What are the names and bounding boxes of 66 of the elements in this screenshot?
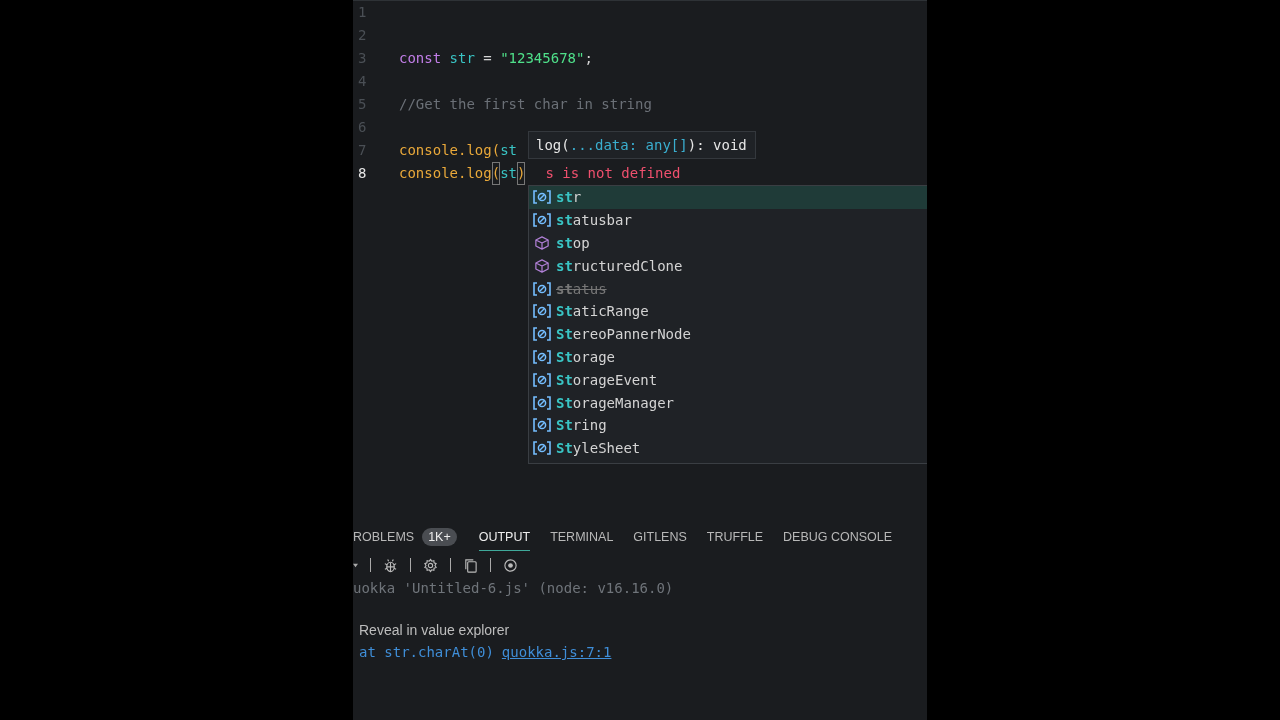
suggestion-item[interactable]: StorageManager [529, 391, 927, 414]
output-line: uokka 'Untitled-6.js' (node: v16.16.0) [353, 580, 674, 596]
variable-icon [533, 372, 551, 387]
variable-text: str [449, 49, 476, 68]
panel-tab[interactable]: DEBUG CONSOLE [783, 523, 893, 551]
keyword-text: const [399, 49, 443, 68]
function-call-text: console.log( [399, 141, 501, 160]
punctuation-text: ; [584, 49, 593, 68]
suggestion-item[interactable]: StaticRange [529, 300, 927, 323]
panel-tab[interactable]: TERMINAL [550, 523, 614, 551]
suggestion-label: st ructuredClone [556, 257, 683, 274]
bug-icon[interactable] [383, 557, 398, 573]
variable-icon [533, 395, 551, 410]
suggestion-label: StereoPannerNode [556, 326, 691, 343]
variable-icon [533, 304, 551, 319]
suggestion-item[interactable]: StereoPannerNode [529, 322, 927, 346]
code-comment: //Get the first char in string [399, 95, 652, 114]
variable-icon [533, 213, 551, 228]
suggestion-item[interactable]: stop [529, 231, 927, 255]
string-literal: "12345678" [500, 49, 585, 68]
suggestion-label: stop [556, 235, 590, 251]
variable-icon [533, 327, 551, 342]
suggestion-item[interactable]: StorageEvent [529, 368, 927, 392]
variable-icon [533, 190, 551, 205]
suggestion-item[interactable]: st ructuredClone [529, 254, 927, 278]
suggestion-item[interactable]: StyleSheet [529, 436, 927, 460]
cube-icon [533, 236, 551, 250]
count-badge: 1K+ [422, 528, 457, 546]
suggestion-item[interactable]: St ring [529, 413, 927, 437]
suggestion-label: StorageEvent [556, 371, 658, 388]
record-icon[interactable] [503, 557, 518, 573]
panel-tab[interactable]: GITLENS [633, 523, 687, 551]
bracket-text: ) [517, 162, 526, 185]
suggestion-label: status [556, 280, 607, 297]
function-call-text: console.log [399, 164, 492, 183]
variable-text: st [500, 141, 517, 160]
suggestion-label: st r [556, 189, 582, 206]
panel-tab[interactable]: ROBLEMS [353, 523, 415, 551]
suggestion-item[interactable]: Storage [529, 345, 927, 369]
stack-trace-text: at str.charAt(0) [358, 644, 494, 660]
copy-icon[interactable] [463, 557, 478, 573]
suggestion-label: St ring [556, 417, 607, 434]
suggestion-label: statusbar [556, 212, 632, 229]
suggestion-label: StyleSheet [556, 440, 641, 457]
suggestion-label: StorageManager [556, 394, 674, 411]
line-number: 8 [357, 164, 368, 183]
suggestion-item[interactable]: st r [529, 186, 927, 209]
suggestion-label: Storage [556, 348, 615, 365]
cube-icon [533, 258, 551, 273]
signature-tooltip: log(...data: any[]): void [528, 131, 756, 159]
panel-tab[interactable]: OUTPUT [478, 523, 531, 551]
suggestion-item[interactable]: statusbar [529, 208, 927, 232]
panel-tab[interactable]: TRUFFLE [706, 523, 764, 551]
bracket-text: ( [491, 162, 501, 185]
reveal-hint: Reveal in value explorer [358, 622, 510, 638]
variable-text: st [500, 164, 517, 183]
variable-icon [533, 349, 551, 364]
file-link[interactable]: quokka.js:7:1 [501, 644, 612, 660]
suggestion-label: StaticRange [556, 303, 649, 320]
error-message: s is not defined [545, 164, 681, 183]
suggestion-item[interactable]: status [529, 277, 927, 300]
operator-text: = [483, 49, 493, 68]
settings-icon[interactable] [423, 557, 438, 573]
variable-icon [533, 418, 551, 433]
variable-icon [533, 281, 551, 296]
variable-icon [533, 441, 551, 456]
